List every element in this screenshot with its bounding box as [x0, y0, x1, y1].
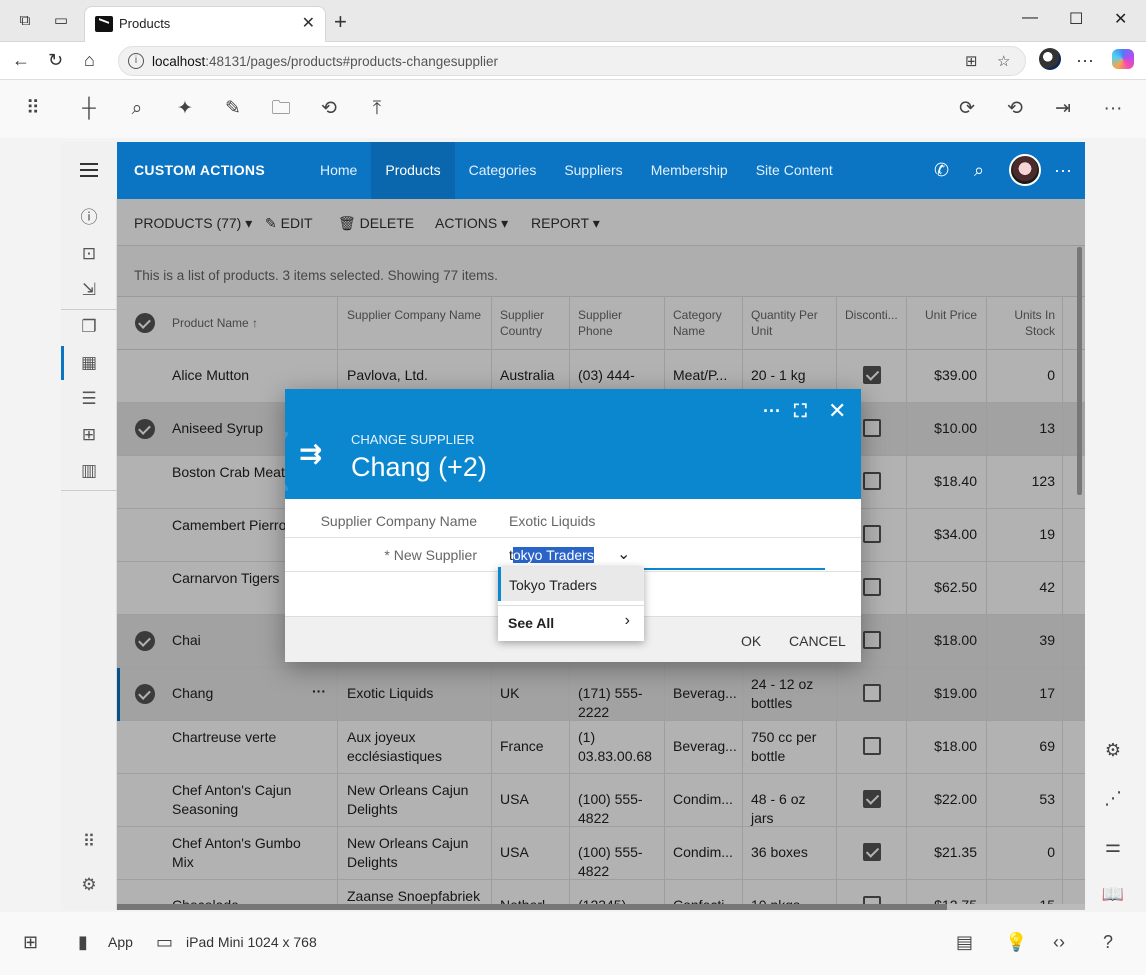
app-device-icon[interactable]: ▮ [78, 932, 88, 953]
main-menu: Home Products Categories Suppliers Membe… [306, 142, 847, 199]
profile-avatar[interactable] [1039, 48, 1061, 70]
pages-icon[interactable]: ▤ [956, 932, 973, 953]
app-sidebar: ⓘ ⊡ ⇲ ❐ ▦ ☰ ⊞ ▥ ⠿ ⚙ [61, 199, 117, 910]
suggestion-item[interactable]: Tokyo Traders [498, 567, 644, 601]
ok-button[interactable]: OK [741, 633, 761, 649]
cards-view-icon[interactable]: ⊞ [78, 424, 100, 446]
browser-titlebar: ⧉ ▭ Products ✕ + — ☐ ✕ [0, 0, 1146, 42]
close-window-icon[interactable]: ✕ [1114, 9, 1127, 29]
close-tab-icon[interactable]: ✕ [302, 13, 315, 33]
field-label: Supplier Company Name [320, 513, 477, 529]
see-all-button[interactable]: See All [508, 615, 554, 631]
minimize-icon[interactable]: — [1022, 9, 1038, 27]
menu-item-suppliers[interactable]: Suppliers [550, 142, 636, 199]
app-mode-label[interactable]: App [108, 934, 133, 950]
sign-in-icon[interactable]: ⇥ [1051, 97, 1075, 121]
favorite-star-icon[interactable]: ☆ [997, 52, 1010, 70]
field-label-required: * New Supplier [384, 547, 477, 563]
chevron-right-icon[interactable]: › [625, 612, 630, 630]
header-search-icon[interactable]: ⌕ [974, 160, 984, 181]
refresh-icon[interactable]: ↻ [48, 50, 63, 71]
refresh-sync-icon[interactable]: ⟳ [955, 97, 979, 121]
merge-arrows-icon: ⇉ [299, 438, 323, 469]
help-icon[interactable]: ? [1103, 932, 1113, 953]
url-path: :48131/pages/products#products-changesup… [205, 54, 498, 69]
app-header: CUSTOM ACTIONS Home Products Categories … [61, 142, 1085, 199]
more-options-icon[interactable]: ··· [1101, 97, 1125, 121]
menu-item-categories[interactable]: Categories [455, 142, 551, 199]
designer-statusbar: ⊞ ▮ App ▭ iPad Mini 1024 x 768 ▤ 💡 ‹› ? [0, 912, 1146, 975]
cancel-button[interactable]: CANCEL [789, 633, 846, 649]
device-selector[interactable]: iPad Mini 1024 x 768 [186, 934, 317, 950]
device-icon[interactable]: ▭ [156, 932, 173, 953]
user-avatar[interactable] [1009, 154, 1041, 186]
chart-view-icon[interactable]: ▥ [78, 460, 100, 482]
vertical-scrollbar[interactable] [1077, 247, 1082, 495]
copilot-icon[interactable] [1112, 49, 1134, 69]
search-icon[interactable]: ⌕ [125, 97, 149, 121]
home-icon[interactable]: ⌂ [84, 50, 95, 71]
supplier-suggestions: Tokyo Traders See All › [498, 567, 644, 641]
components-icon[interactable]: ⊞ [23, 932, 38, 953]
header-more-icon[interactable]: ··· [1054, 160, 1072, 181]
hamburger-menu-icon[interactable] [61, 142, 117, 199]
field-supplier-company: Supplier Company Name Exotic Liquids [285, 504, 861, 538]
url-host: localhost [152, 54, 206, 69]
sync-icon[interactable]: ⟲ [317, 97, 341, 121]
dialog-title: Chang (+2) [351, 452, 487, 482]
copy-pages-icon[interactable]: ❐ [78, 316, 100, 338]
new-tab-icon[interactable]: + [334, 9, 347, 35]
sparkle-icon[interactable]: ✦ [173, 97, 197, 121]
maximize-icon[interactable]: ☐ [1069, 9, 1083, 29]
horizontal-scrollbar[interactable] [117, 904, 1085, 910]
history-icon[interactable]: ⟲ [1003, 97, 1027, 121]
site-info-icon[interactable]: i [128, 53, 144, 69]
workspaces-icon[interactable]: ⧉ [16, 12, 34, 30]
tab-actions-icon[interactable]: ▭ [52, 12, 70, 30]
phone-icon[interactable]: ✆ [934, 160, 949, 181]
fullscreen-icon[interactable]: ⛶ [794, 401, 807, 422]
chevron-down-icon[interactable]: ⌄ [617, 544, 630, 564]
menu-item-home[interactable]: Home [306, 142, 371, 199]
graph-nodes-icon[interactable]: ⋰ [1101, 786, 1125, 810]
folder-code-icon[interactable]: 🗀 [269, 97, 293, 121]
apps-grid-icon[interactable]: ⠿ [21, 97, 45, 121]
archive-download-icon[interactable]: ⊡ [78, 243, 100, 265]
active-indicator [61, 346, 64, 380]
edit-list-icon[interactable]: ✎ [221, 97, 245, 121]
menu-item-membership[interactable]: Membership [637, 142, 742, 199]
site-favicon-icon [95, 16, 113, 32]
app-brand[interactable]: CUSTOM ACTIONS [134, 162, 265, 178]
book-icon[interactable]: 📖 [1101, 882, 1125, 906]
dialog-more-icon[interactable]: ··· [763, 401, 781, 422]
collapse-arrows-icon[interactable]: ⇲ [78, 279, 100, 301]
lightbulb-icon[interactable]: 💡 [1005, 932, 1027, 953]
code-icon[interactable]: ‹› [1053, 932, 1065, 953]
info-icon[interactable]: ⓘ [78, 207, 100, 229]
url-field[interactable]: i localhost:48131/pages/products#product… [118, 46, 1026, 76]
grid-view-icon[interactable]: ▦ [78, 352, 100, 374]
tab-title: Products [119, 16, 171, 31]
autocomplete-selection: okyo Traders [512, 547, 594, 563]
browser-tab-products[interactable]: Products ✕ [84, 6, 326, 42]
menu-item-products[interactable]: Products [371, 142, 455, 199]
app-available-icon[interactable]: ⊞ [965, 52, 978, 70]
back-icon[interactable]: ← [12, 50, 30, 71]
menu-item-site-content[interactable]: Site Content [742, 142, 847, 199]
publish-icon[interactable]: ⤒ [365, 97, 389, 121]
settings-gear-icon[interactable]: ⚙ [78, 874, 100, 896]
browser-more-icon[interactable]: ··· [1076, 50, 1094, 71]
dialog-header: ‹ ⇉ CHANGE SUPPLIER Chang (+2) ··· ⛶ ✕ [285, 389, 861, 499]
designer-toolbar: ⠿ ┼ ⌕ ✦ ✎ 🗀 ⟲ ⤒ ⟳ ⟲ ⇥ ··· [0, 80, 1146, 138]
settings-gear-icon[interactable]: ⚙ [1101, 738, 1125, 762]
field-value: Exotic Liquids [509, 513, 596, 529]
sliders-icon[interactable]: ⚌ [1101, 834, 1125, 858]
crosshair-icon[interactable]: ┼ [77, 97, 101, 121]
dialog-subtitle: CHANGE SUPPLIER [351, 432, 475, 447]
dialog-close-icon[interactable]: ✕ [828, 398, 846, 424]
list-view-icon[interactable]: ☰ [78, 388, 100, 410]
apps-icon[interactable]: ⠿ [78, 831, 100, 853]
address-bar-row: ← ↻ ⌂ i localhost:48131/pages/products#p… [0, 42, 1146, 80]
